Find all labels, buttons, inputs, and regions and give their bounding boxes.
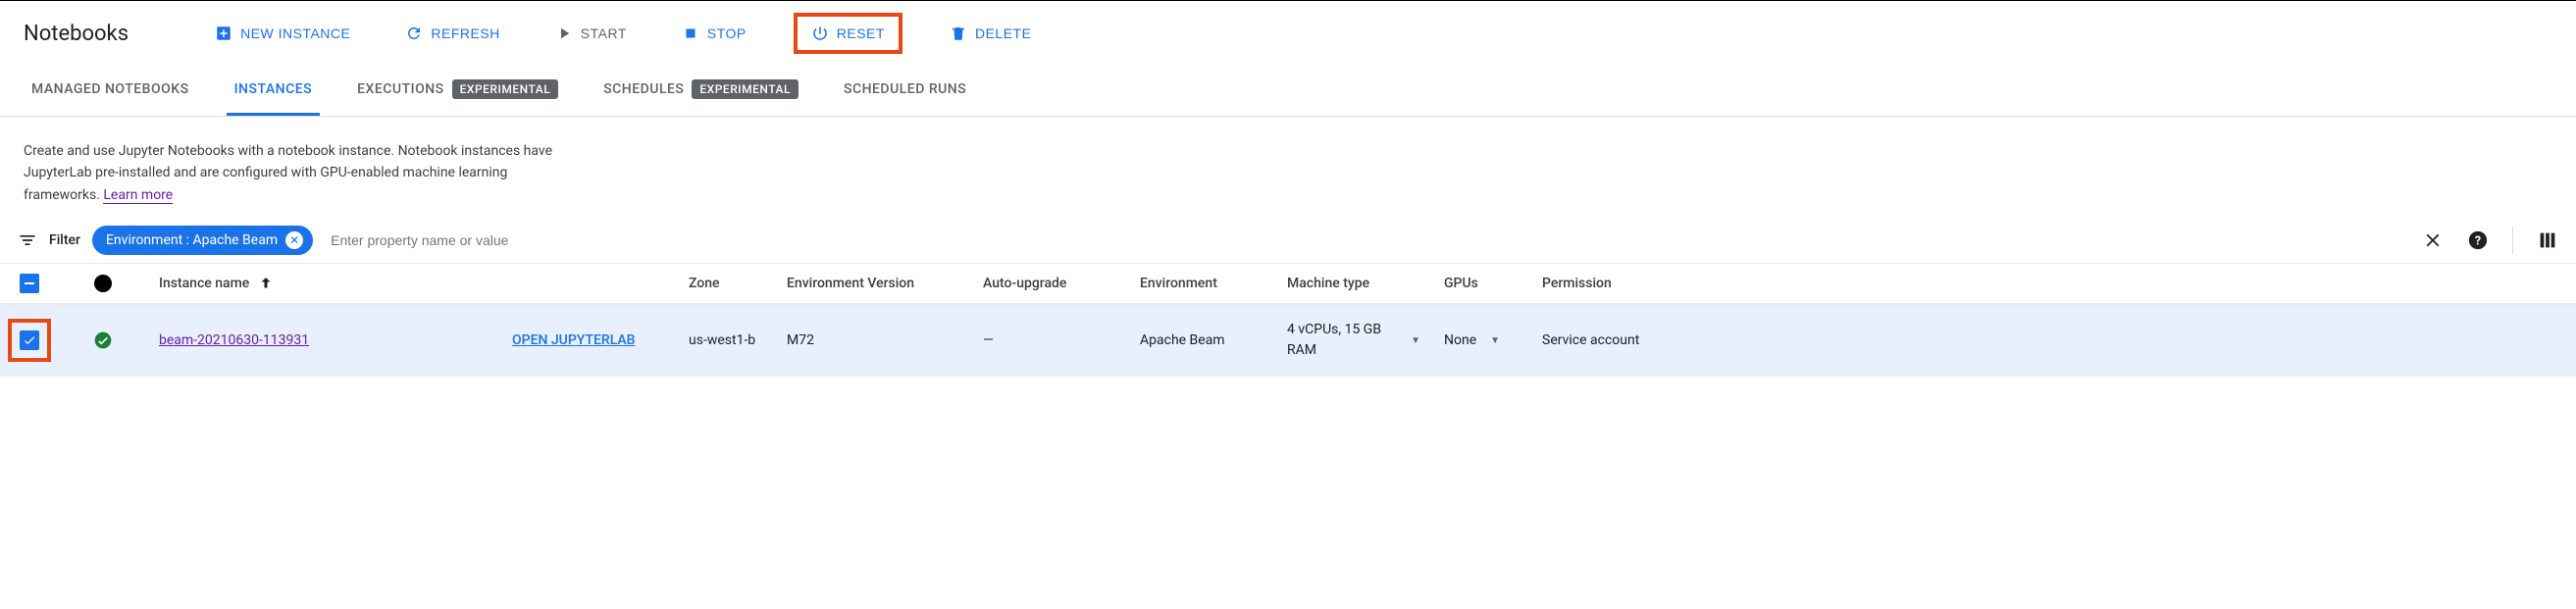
- environment-value: Apache Beam: [1140, 330, 1225, 351]
- col-gpus[interactable]: GPUs: [1432, 276, 1530, 291]
- col-instance-name[interactable]: Instance name: [147, 275, 500, 292]
- delete-button[interactable]: DELETE: [942, 19, 1039, 48]
- play-icon: [555, 25, 573, 42]
- divider: [2512, 227, 2513, 254]
- reset-button[interactable]: RESET: [794, 13, 902, 54]
- gpus-dropdown[interactable]: None▼: [1432, 330, 1530, 351]
- trash-icon: [950, 25, 967, 42]
- machine-type-dropdown[interactable]: 4 vCPUs, 15 GB RAM▼: [1275, 320, 1432, 361]
- chevron-down-icon: ▼: [1490, 335, 1500, 346]
- tab-executions[interactable]: EXECUTIONS EXPERIMENTAL: [349, 66, 566, 116]
- toolbar: Notebooks NEW INSTANCE REFRESH START STO…: [0, 0, 2576, 66]
- filter-icon: [18, 230, 37, 250]
- clear-icon[interactable]: [2422, 229, 2444, 251]
- tabs: MANAGED NOTEBOOKS INSTANCES EXECUTIONS E…: [0, 66, 2576, 117]
- tab-instances[interactable]: INSTANCES: [227, 66, 321, 116]
- auto-upgrade-value: —: [983, 330, 994, 351]
- sort-arrow-icon: [257, 275, 275, 292]
- col-env-version[interactable]: Environment Version: [775, 276, 971, 291]
- status-header-icon[interactable]: [94, 275, 112, 292]
- status-ok-icon: [93, 330, 113, 350]
- filter-label: Filter: [49, 232, 80, 248]
- zone-value: us-west1-b: [689, 330, 755, 351]
- col-auto-upgrade[interactable]: Auto-upgrade: [971, 276, 1128, 291]
- help-icon[interactable]: ?: [2467, 229, 2489, 251]
- start-button[interactable]: START: [547, 19, 635, 48]
- stop-button[interactable]: STOP: [674, 19, 754, 48]
- refresh-button[interactable]: REFRESH: [397, 19, 507, 48]
- filter-chip[interactable]: Environment : Apache Beam ✕: [92, 226, 313, 255]
- refresh-icon: [405, 25, 423, 42]
- experimental-badge: EXPERIMENTAL: [452, 79, 559, 99]
- table-row: beam-20210630-113931 OPEN JUPYTERLAB us-…: [0, 304, 2576, 377]
- columns-icon[interactable]: [2537, 229, 2558, 251]
- col-environment[interactable]: Environment: [1128, 276, 1275, 291]
- table-header: Instance name Zone Environment Version A…: [0, 263, 2576, 304]
- instance-name-link[interactable]: beam-20210630-113931: [159, 332, 309, 348]
- col-permission[interactable]: Permission: [1530, 276, 1658, 291]
- env-version-value: M72: [787, 330, 814, 351]
- chip-close-icon[interactable]: ✕: [285, 231, 303, 249]
- svg-text:?: ?: [2475, 234, 2481, 249]
- tab-schedules[interactable]: SCHEDULES EXPERIMENTAL: [595, 66, 806, 116]
- filter-bar: Filter Environment : Apache Beam ✕ ?: [0, 218, 2576, 263]
- permission-value: Service account: [1542, 330, 1639, 351]
- tab-scheduled-runs[interactable]: SCHEDULED RUNS: [836, 66, 974, 116]
- col-machine-type[interactable]: Machine type: [1275, 276, 1432, 291]
- chevron-down-icon: ▼: [1411, 335, 1420, 346]
- add-box-icon: [215, 25, 232, 42]
- col-zone[interactable]: Zone: [677, 276, 775, 291]
- description: Create and use Jupyter Notebooks with a …: [0, 117, 608, 218]
- learn-more-link[interactable]: Learn more: [103, 187, 173, 204]
- open-jupyterlab-link[interactable]: OPEN JUPYTERLAB: [512, 332, 636, 348]
- row-checkbox[interactable]: [20, 330, 39, 350]
- page-title: Notebooks: [24, 22, 129, 46]
- experimental-badge: EXPERIMENTAL: [692, 79, 799, 99]
- instances-table: Instance name Zone Environment Version A…: [0, 263, 2576, 377]
- filter-input[interactable]: [325, 227, 2410, 254]
- stop-icon: [682, 25, 699, 42]
- select-all-checkbox[interactable]: [20, 274, 39, 293]
- new-instance-button[interactable]: NEW INSTANCE: [207, 19, 358, 48]
- tab-managed-notebooks[interactable]: MANAGED NOTEBOOKS: [24, 66, 197, 116]
- power-icon: [811, 25, 829, 42]
